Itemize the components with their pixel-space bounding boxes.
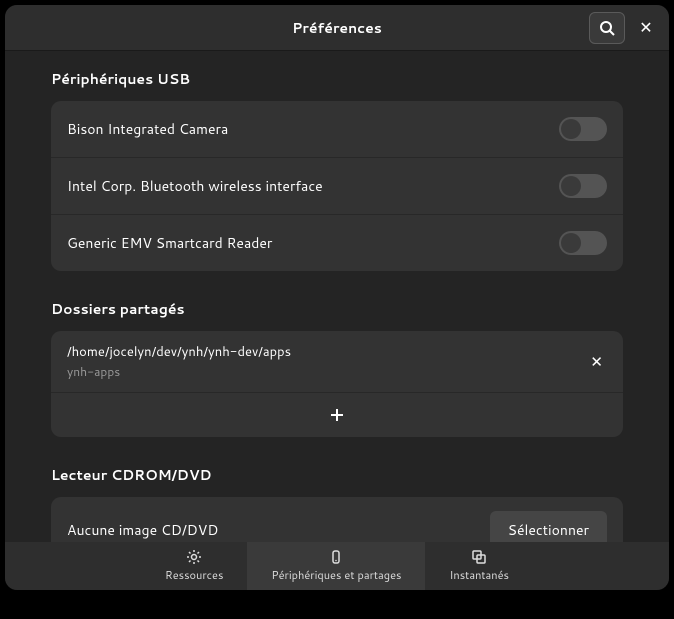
usb-device-row: Generic EMV Smartcard Reader xyxy=(51,215,623,271)
shared-folders-list: /home/jocelyn/dev/ynh/ynh-dev/apps ynh-a… xyxy=(51,331,623,437)
nav-label: Instantanés xyxy=(449,567,509,583)
nav-label: Ressources xyxy=(165,567,223,583)
usb-device-label: Generic EMV Smartcard Reader xyxy=(67,233,272,253)
cdrom-section-title: Lecteur CDROM/DVD xyxy=(51,465,623,485)
nav-resources[interactable]: Ressources xyxy=(141,542,247,590)
add-folder-button[interactable] xyxy=(51,393,623,437)
content-area: Périphériques USB Bison Integrated Camer… xyxy=(5,51,669,542)
search-button[interactable] xyxy=(589,12,625,44)
usb-device-toggle[interactable] xyxy=(559,117,607,141)
nav-snapshots[interactable]: Instantanés xyxy=(425,542,533,590)
usb-device-row: Bison Integrated Camera xyxy=(51,101,623,158)
snapshot-icon xyxy=(471,549,487,565)
gear-icon xyxy=(186,549,202,565)
plus-icon xyxy=(329,407,345,423)
usb-device-label: Bison Integrated Camera xyxy=(67,119,228,139)
cdrom-empty-label: Aucune image CD/DVD xyxy=(67,520,218,540)
nav-devices[interactable]: Périphériques et partages xyxy=(247,542,425,590)
folder-name: ynh-apps xyxy=(67,363,291,380)
select-image-button[interactable]: Sélectionner xyxy=(490,511,607,542)
folder-path: /home/jocelyn/dev/ynh/ynh-dev/apps xyxy=(67,343,291,361)
cdrom-group: Aucune image CD/DVD Sélectionner xyxy=(51,497,623,542)
nav-label: Périphériques et partages xyxy=(271,567,401,583)
close-button[interactable]: ✕ xyxy=(631,13,661,43)
search-icon xyxy=(599,20,615,36)
preferences-window: Préférences ✕ Périphériques USB Bison In… xyxy=(5,5,669,590)
shared-folder-row: /home/jocelyn/dev/ynh/ynh-dev/apps ynh-a… xyxy=(51,331,623,393)
bottom-nav: Ressources Périphériques et partages Ins… xyxy=(5,542,669,590)
usb-section-title: Périphériques USB xyxy=(51,69,623,89)
close-icon: ✕ xyxy=(590,351,603,372)
device-icon xyxy=(328,549,344,565)
remove-folder-button[interactable]: ✕ xyxy=(586,347,607,376)
header-actions: ✕ xyxy=(589,12,661,44)
window-title: Préférences xyxy=(292,18,382,38)
cdrom-row: Aucune image CD/DVD Sélectionner xyxy=(51,497,623,542)
usb-device-toggle[interactable] xyxy=(559,174,607,198)
header-bar: Préférences ✕ xyxy=(5,5,669,51)
usb-device-list: Bison Integrated Camera Intel Corp. Blue… xyxy=(51,101,623,271)
usb-device-toggle[interactable] xyxy=(559,231,607,255)
usb-device-label: Intel Corp. Bluetooth wireless interface xyxy=(67,176,323,196)
folders-section-title: Dossiers partagés xyxy=(51,299,623,319)
close-icon: ✕ xyxy=(639,16,652,39)
folder-info: /home/jocelyn/dev/ynh/ynh-dev/apps ynh-a… xyxy=(67,343,291,380)
usb-device-row: Intel Corp. Bluetooth wireless interface xyxy=(51,158,623,215)
